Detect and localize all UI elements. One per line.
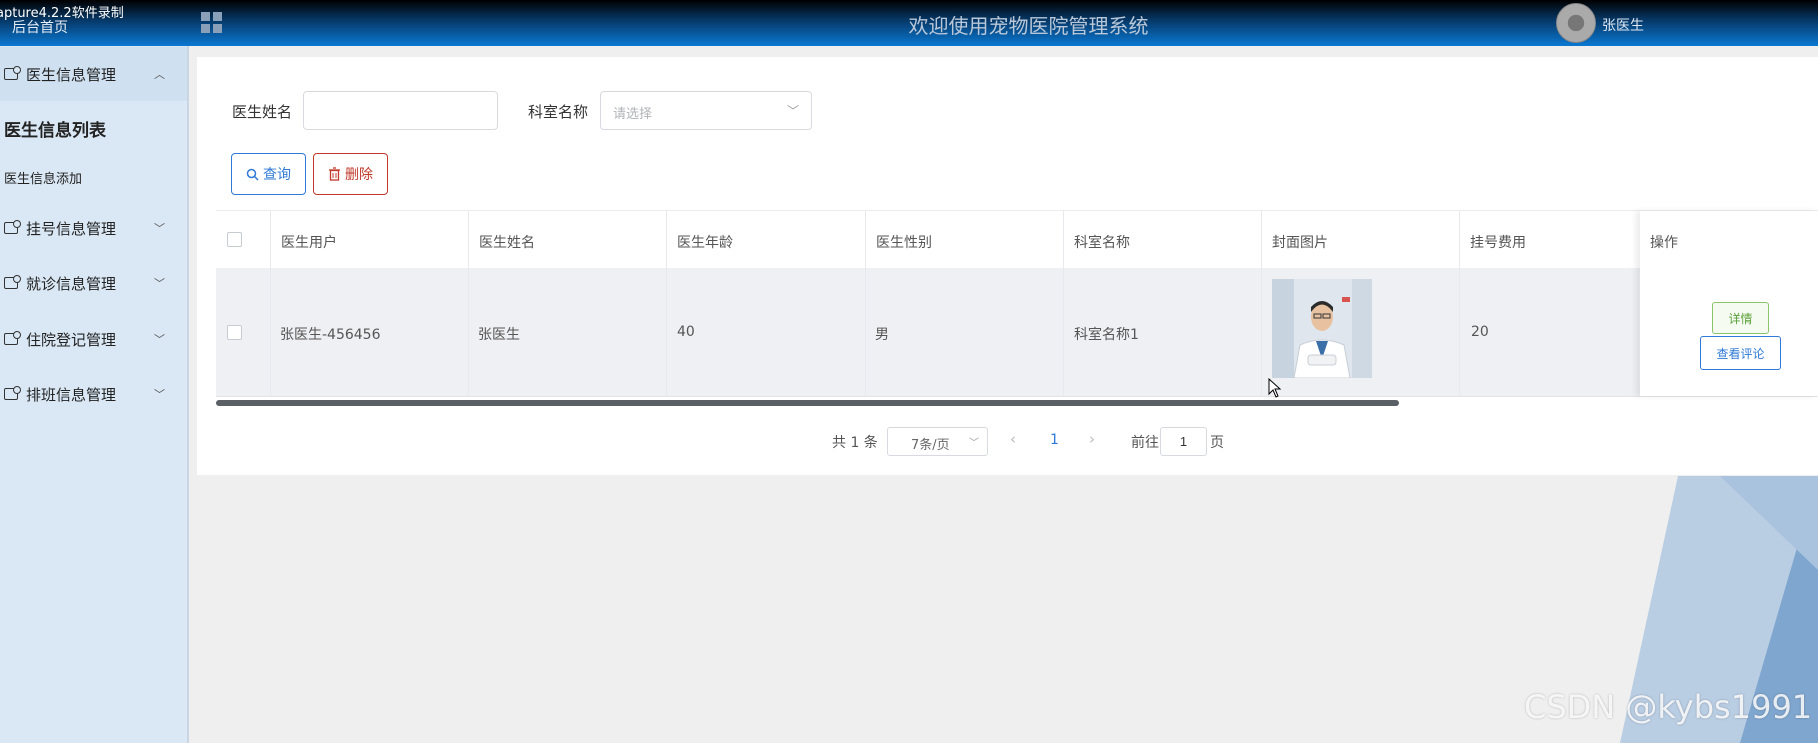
column-divider xyxy=(865,211,866,396)
chevron-down-icon: ﹀ xyxy=(969,438,979,449)
column-divider xyxy=(1063,211,1064,396)
sidebar-group-label: 就诊信息管理 xyxy=(26,274,117,293)
department-label: 科室名称 xyxy=(528,103,589,121)
sidebar: 医生信息管理 ︿ 医生信息列表 医生信息添加 挂号信息管理 ﹀ 就诊信息管理 ﹀… xyxy=(0,46,189,743)
home-link[interactable]: 后台首页 xyxy=(12,17,68,37)
cell-doctor-gender: 男 xyxy=(875,327,889,343)
delete-label: 删除 xyxy=(345,167,373,183)
page-size-value: 7条/页 xyxy=(911,438,950,453)
doctor-name-input[interactable] xyxy=(303,91,498,130)
sidebar-group-visit[interactable]: 就诊信息管理 ﹀ xyxy=(0,256,187,310)
goto-label: 前往 xyxy=(1131,435,1159,451)
chevron-down-icon: ﹀ xyxy=(154,222,165,235)
column-divider xyxy=(1459,211,1460,396)
chevron-down-icon: ﹀ xyxy=(154,277,165,290)
doctor-photo[interactable] xyxy=(1272,279,1372,378)
page-size-select[interactable]: 7条/页 ﹀ xyxy=(887,427,988,456)
department-select[interactable]: 请选择 ﹀ xyxy=(600,91,812,130)
sidebar-item-doctor-add[interactable]: 医生信息添加 xyxy=(4,168,82,187)
folder-icon xyxy=(4,66,21,80)
query-label: 查询 xyxy=(263,167,291,183)
system-title: 欢迎使用宠物医院管理系统 xyxy=(908,14,1149,38)
delete-button[interactable]: 删除 xyxy=(313,153,388,195)
chevron-down-icon: ﹀ xyxy=(786,104,799,118)
department-placeholder: 请选择 xyxy=(613,107,653,122)
cell-department: 科室名称1 xyxy=(1074,327,1139,343)
sidebar-group-label: 排班信息管理 xyxy=(26,385,117,404)
folder-icon xyxy=(4,275,21,289)
csdn-watermark: CSDN @kybs1991 xyxy=(1524,688,1813,726)
col-department: 科室名称 xyxy=(1074,235,1130,251)
doctor-table: 医生用户 医生姓名 医生年龄 医生性别 科室名称 封面图片 挂号费用 张医生-4… xyxy=(216,210,1818,405)
current-page-number[interactable]: 1 xyxy=(1050,432,1059,448)
column-divider xyxy=(666,211,667,396)
sidebar-group-label: 挂号信息管理 xyxy=(26,219,117,238)
actions-column: 操作 详情 查看评论 xyxy=(1640,211,1818,396)
column-divider xyxy=(270,211,271,396)
pagination-total: 共 1 条 xyxy=(832,435,878,451)
sidebar-group-doctor-info[interactable]: 医生信息管理 ︿ xyxy=(0,47,187,101)
mouse-cursor-icon xyxy=(1268,378,1282,398)
prev-page-icon[interactable]: ‹ xyxy=(1010,430,1016,448)
goto-page-input[interactable] xyxy=(1160,427,1207,456)
top-bar: apture4.2.2软件录制 后台首页 欢迎使用宠物医院管理系统 张医生 xyxy=(0,0,1818,46)
folder-icon xyxy=(4,331,21,345)
col-cover-image: 封面图片 xyxy=(1272,235,1328,251)
trash-icon xyxy=(329,167,340,181)
column-divider xyxy=(1261,211,1262,396)
table-header: 医生用户 医生姓名 医生年龄 医生性别 科室名称 封面图片 挂号费用 xyxy=(216,211,1818,269)
user-name[interactable]: 张医生 xyxy=(1602,15,1644,35)
folder-icon xyxy=(4,386,21,400)
cell-doctor-age: 40 xyxy=(677,324,695,340)
doctor-name-label: 医生姓名 xyxy=(232,103,293,121)
page-suffix: 页 xyxy=(1210,435,1224,451)
view-comments-button[interactable]: 查看评论 xyxy=(1700,336,1781,370)
sidebar-group-registration[interactable]: 挂号信息管理 ﹀ xyxy=(0,201,187,255)
col-doctor-user: 医生用户 xyxy=(281,235,337,251)
chevron-down-icon: ﹀ xyxy=(154,333,165,346)
select-all-checkbox[interactable] xyxy=(227,232,242,247)
cell-doctor-user: 张医生-456456 xyxy=(280,327,381,343)
col-actions: 操作 xyxy=(1650,235,1678,251)
cell-doctor-name: 张医生 xyxy=(478,327,520,343)
col-fee: 挂号费用 xyxy=(1470,235,1526,251)
col-doctor-name: 医生姓名 xyxy=(479,235,535,251)
chevron-down-icon: ﹀ xyxy=(154,388,165,401)
sidebar-group-hospitalization[interactable]: 住院登记管理 ﹀ xyxy=(0,312,187,366)
folder-icon xyxy=(4,220,21,234)
cell-fee: 20 xyxy=(1471,324,1489,340)
col-doctor-gender: 医生性别 xyxy=(876,235,932,251)
sidebar-group-label: 住院登记管理 xyxy=(26,330,117,349)
next-page-icon[interactable]: › xyxy=(1089,430,1095,448)
table-horizontal-scrollbar[interactable] xyxy=(216,400,1399,406)
row-checkbox[interactable] xyxy=(227,325,242,340)
main-panel: 医生姓名 科室名称 请选择 ﹀ 查询 删除 医生用户 医生姓名 医生年龄 医生性… xyxy=(197,57,1818,475)
col-doctor-age: 医生年龄 xyxy=(677,235,733,251)
column-divider xyxy=(468,211,469,396)
menu-toggle-icon[interactable] xyxy=(201,12,223,34)
search-icon xyxy=(246,168,259,181)
chevron-up-icon: ︿ xyxy=(154,68,165,81)
detail-button[interactable]: 详情 xyxy=(1712,302,1769,334)
sidebar-item-doctor-list[interactable]: 医生信息列表 xyxy=(4,116,106,141)
sidebar-group-schedule[interactable]: 排班信息管理 ﹀ xyxy=(0,367,187,421)
user-avatar[interactable] xyxy=(1556,3,1596,43)
sidebar-group-label: 医生信息管理 xyxy=(26,65,117,84)
table-row[interactable]: 张医生-456456 张医生 40 男 科室名称1 20 xyxy=(216,268,1818,397)
query-button[interactable]: 查询 xyxy=(231,153,306,195)
